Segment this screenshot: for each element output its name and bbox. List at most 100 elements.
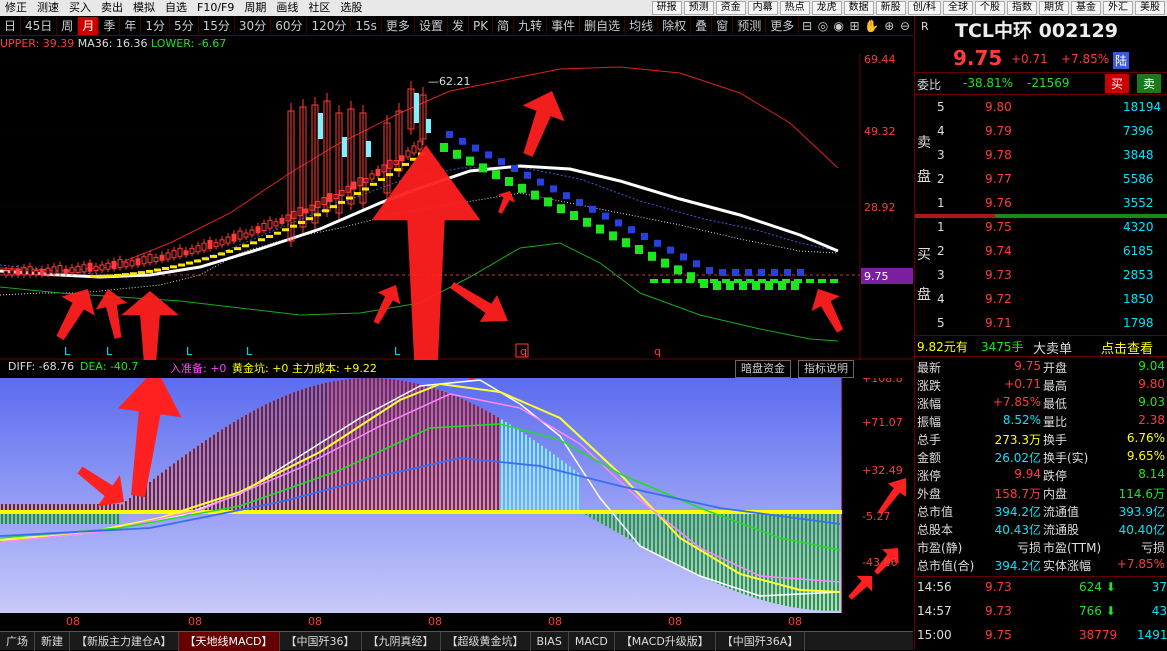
period-13[interactable]: 更多 (382, 16, 415, 35)
tab-indicator-help[interactable]: 指标说明 (798, 360, 854, 378)
menu-button-8[interactable]: 创/科 (907, 1, 941, 15)
menu-item-8[interactable]: 画线 (271, 0, 303, 16)
stat-value-r: +7.85% (1116, 557, 1165, 571)
down-candle (648, 251, 656, 261)
period-5[interactable]: 年 (120, 16, 142, 35)
menu-button-14[interactable]: 外汇 (1103, 1, 1133, 15)
menu-button-2[interactable]: 资金 (715, 1, 746, 15)
period-11[interactable]: 120分 (307, 16, 352, 35)
stat-value-l: 394.2亿 (994, 559, 1041, 573)
menu-item-1[interactable]: 测速 (32, 0, 64, 16)
eye-icon[interactable]: ◎ (817, 18, 829, 34)
bottom-tab-9[interactable]: 【MACD升级版】 (615, 631, 716, 651)
bottom-tab-7[interactable]: BIAS (531, 631, 569, 651)
macd-chart[interactable]: +108.8 +71.07 +32.49 -5.27 -43.86 08 08 08 08 08 0… (0, 378, 913, 631)
candle (342, 137, 347, 157)
big-order-link[interactable]: 点击查看 (1101, 338, 1153, 357)
zoom-in-icon[interactable]: ⊕ (883, 18, 895, 34)
tool-9[interactable]: 窗 (712, 16, 734, 35)
menu-button-10[interactable]: 个股 (975, 1, 1005, 15)
bottom-tab-2[interactable]: 【新版主力建仓A】 (70, 631, 179, 651)
tab-dark-fund[interactable]: 暗盘资金 (735, 360, 791, 378)
menu-item-9[interactable]: 社区 (303, 0, 335, 16)
period-1[interactable]: 45日 (21, 16, 58, 35)
menu-button-13[interactable]: 基金 (1071, 1, 1101, 15)
tool-4[interactable]: 事件 (547, 16, 581, 35)
hand-icon[interactable]: ✋ (864, 18, 879, 34)
period-12[interactable]: 15s (351, 16, 382, 35)
period-8[interactable]: 15分 (199, 16, 235, 35)
marker-5: q (520, 345, 527, 358)
menu-item-3[interactable]: 卖出 (96, 0, 128, 16)
stat-label-l: 涨停 (917, 469, 942, 483)
tool-2[interactable]: 简 (493, 16, 515, 35)
menu-button-5[interactable]: 龙虎 (811, 1, 842, 15)
bottom-tab-6[interactable]: 【超级黄金坑】 (441, 631, 531, 651)
menu-button-3[interactable]: 内幕 (747, 1, 778, 15)
period-6[interactable]: 1分 (141, 16, 170, 35)
menu-button-4[interactable]: 热点 (779, 1, 810, 15)
stat-label-l: 总市值 (917, 505, 954, 519)
menu-button-9[interactable]: 全球 (943, 1, 973, 15)
eye2-icon[interactable]: ◉ (833, 18, 845, 34)
bottom-tab-8[interactable]: MACD (569, 631, 615, 651)
bottom-tab-5[interactable]: 【九阴真经】 (362, 631, 441, 651)
menu-button-12[interactable]: 期货 (1039, 1, 1069, 15)
bottom-tab-10[interactable]: 【中国歼36A】 (716, 631, 806, 651)
period-4[interactable]: 季 (99, 16, 121, 35)
tool-8[interactable]: 叠 (691, 16, 713, 35)
small-candle (650, 279, 658, 283)
tool-5[interactable]: 删自选 (580, 16, 626, 35)
period-3[interactable]: 月 (78, 16, 100, 35)
tool-11[interactable]: 更多 (766, 16, 800, 35)
menu-item-6[interactable]: F10/F9 (192, 0, 239, 16)
sell-button[interactable]: 卖 (1137, 74, 1162, 93)
menu-item-0[interactable]: 修正 (0, 0, 32, 16)
menu-item-10[interactable]: 选股 (335, 0, 367, 16)
menu-item-7[interactable]: 周期 (239, 0, 271, 16)
menu-button-1[interactable]: 预测 (683, 1, 714, 15)
stat-value-r: 393.9亿 (1118, 505, 1165, 519)
menu-button-0[interactable]: 研报 (651, 1, 682, 15)
menu-button-15[interactable]: 美股 (1135, 1, 1165, 15)
candle (249, 229, 255, 236)
tool-3[interactable]: 九转 (514, 16, 548, 35)
period-0[interactable]: 日 (0, 16, 22, 35)
period-14[interactable]: 设置 (415, 16, 448, 35)
period-2[interactable]: 周 (57, 16, 79, 35)
bottom-tab-1[interactable]: 新建 (35, 631, 70, 651)
candle (201, 242, 207, 251)
candle (261, 223, 267, 232)
down-candle (531, 190, 539, 200)
period-7[interactable]: 5分 (170, 16, 199, 35)
candle (75, 265, 81, 273)
lock-icon[interactable]: ⊞ (849, 18, 861, 34)
ma-step (338, 200, 345, 204)
bottom-tab-0[interactable]: 广场 (0, 631, 35, 651)
period-9[interactable]: 30分 (235, 16, 272, 35)
buy-button[interactable]: 买 (1105, 74, 1130, 93)
bottom-tab-4[interactable]: 【中国歼36】 (280, 631, 362, 651)
ma-step (90, 275, 97, 278)
menu-button-6[interactable]: 数据 (843, 1, 874, 15)
menu-button-7[interactable]: 新股 (875, 1, 906, 15)
stat-value-r: 亏损 (1140, 541, 1165, 555)
print-icon[interactable]: ⊟ (801, 18, 813, 34)
menu-button-11[interactable]: 指数 (1007, 1, 1037, 15)
tool-6[interactable]: 均线 (625, 16, 659, 35)
tool-7[interactable]: 除权 (658, 16, 692, 35)
tool-1[interactable]: PK (469, 16, 494, 35)
menu-item-2[interactable]: 买入 (64, 0, 96, 16)
stat-value-l: 394.2亿 (994, 505, 1041, 519)
zoom-out-icon[interactable]: ⊖ (899, 18, 911, 34)
tool-10[interactable]: 预测 (733, 16, 767, 35)
macd-axis-2: +32.49 (862, 464, 903, 477)
bottom-tab-3[interactable]: 【天地线MACD】 (178, 631, 280, 651)
menu-item-4[interactable]: 模拟 (128, 0, 160, 16)
tool-0[interactable]: 发 (448, 16, 469, 35)
candlestick-chart[interactable]: 69.44 49.32 28.92 9.75 —62.21 L L L L Lq q (0, 53, 913, 360)
menu-item-5[interactable]: 自选 (160, 0, 192, 16)
period-10[interactable]: 60分 (271, 16, 308, 35)
macd-axis-4: -43.86 (862, 556, 897, 569)
last-price: 9.75 (953, 46, 1003, 70)
